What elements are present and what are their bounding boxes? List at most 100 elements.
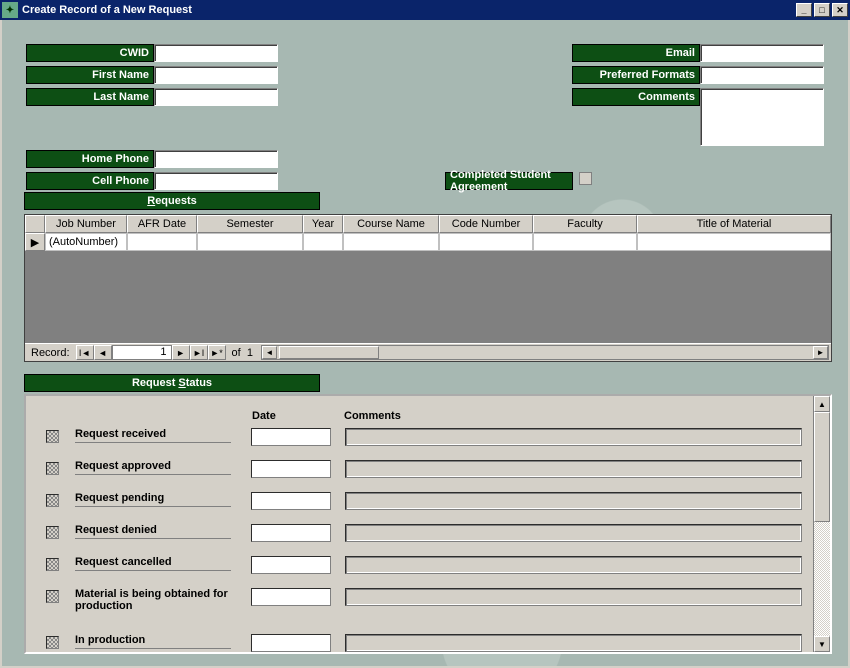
cell-phone-field[interactable] bbox=[154, 172, 278, 190]
nav-next-button[interactable]: ► bbox=[172, 345, 190, 360]
table-row[interactable]: ▶ (AutoNumber) bbox=[25, 233, 831, 251]
status-checkbox[interactable] bbox=[46, 430, 59, 443]
row-selector-header[interactable] bbox=[25, 215, 45, 233]
scroll-right-button[interactable]: ► bbox=[813, 346, 828, 359]
status-checkbox[interactable] bbox=[46, 636, 59, 649]
status-comment-field[interactable] bbox=[345, 492, 802, 510]
cell-faculty[interactable] bbox=[533, 233, 637, 251]
requests-header-row: Job Number AFR Date Semester Year Course… bbox=[25, 215, 831, 233]
col-job-number[interactable]: Job Number bbox=[45, 215, 127, 233]
status-comment-field[interactable] bbox=[345, 428, 802, 446]
cell-job-number[interactable]: (AutoNumber) bbox=[45, 233, 127, 251]
comments-field[interactable] bbox=[700, 88, 824, 146]
minimize-button[interactable]: _ bbox=[796, 3, 812, 17]
last-name-field[interactable] bbox=[154, 88, 278, 106]
status-row-denied: Request denied bbox=[46, 524, 802, 546]
status-header-row: Date Comments bbox=[252, 410, 802, 422]
first-name-label: First Name bbox=[26, 66, 154, 84]
email-label: Email bbox=[572, 44, 700, 62]
record-label: Record: bbox=[25, 347, 76, 359]
nav-first-button[interactable]: I◄ bbox=[76, 345, 94, 360]
status-row-pending: Request pending bbox=[46, 492, 802, 514]
student-info-form: CWID Email First Name Preferred Formats … bbox=[26, 44, 824, 194]
status-comment-field[interactable] bbox=[345, 460, 802, 478]
status-date-field[interactable] bbox=[251, 634, 331, 652]
comments-label: Comments bbox=[572, 88, 700, 106]
status-comment-field[interactable] bbox=[345, 524, 802, 542]
col-year[interactable]: Year bbox=[303, 215, 343, 233]
nav-new-button[interactable]: ►* bbox=[208, 345, 226, 360]
home-phone-field[interactable] bbox=[154, 150, 278, 168]
status-vscrollbar[interactable]: ▲ ▼ bbox=[813, 396, 830, 652]
preferred-formats-label: Preferred Formats bbox=[572, 66, 700, 84]
status-comment-field[interactable] bbox=[345, 634, 802, 652]
scroll-thumb[interactable] bbox=[814, 412, 830, 522]
col-semester[interactable]: Semester bbox=[197, 215, 303, 233]
request-status-section-header: Request Status bbox=[24, 374, 320, 392]
status-label: Request cancelled bbox=[75, 556, 231, 571]
status-label: Material is being obtained for productio… bbox=[75, 588, 231, 614]
status-comments-header: Comments bbox=[344, 410, 802, 422]
status-date-field[interactable] bbox=[251, 460, 331, 478]
col-afr-date[interactable]: AFR Date bbox=[127, 215, 197, 233]
window-title: Create Record of a New Request bbox=[22, 4, 794, 16]
cwid-field[interactable] bbox=[154, 44, 278, 62]
record-navigator: Record: I◄ ◄ 1 ► ►I ►* of 1 ◄ ► bbox=[25, 343, 831, 361]
window-titlebar: ✦ Create Record of a New Request _ □ ✕ bbox=[0, 0, 850, 20]
status-checkbox[interactable] bbox=[46, 462, 59, 475]
email-field[interactable] bbox=[700, 44, 824, 62]
status-row-cancelled: Request cancelled bbox=[46, 556, 802, 578]
home-phone-label: Home Phone bbox=[26, 150, 154, 168]
nav-prev-button[interactable]: ◄ bbox=[94, 345, 112, 360]
cell-year[interactable] bbox=[303, 233, 343, 251]
status-checkbox[interactable] bbox=[46, 526, 59, 539]
status-date-header: Date bbox=[252, 410, 344, 422]
status-label: Request denied bbox=[75, 524, 231, 539]
app-icon: ✦ bbox=[2, 2, 18, 18]
col-faculty[interactable]: Faculty bbox=[533, 215, 637, 233]
status-comment-field[interactable] bbox=[345, 556, 802, 574]
status-checkbox[interactable] bbox=[46, 558, 59, 571]
client-area: CWID Email First Name Preferred Formats … bbox=[0, 20, 850, 668]
cell-afr-date[interactable] bbox=[127, 233, 197, 251]
cell-phone-label: Cell Phone bbox=[26, 172, 154, 190]
row-selector[interactable]: ▶ bbox=[25, 233, 45, 251]
status-date-field[interactable] bbox=[251, 428, 331, 446]
status-date-field[interactable] bbox=[251, 492, 331, 510]
status-row-obtaining: Material is being obtained for productio… bbox=[46, 588, 802, 624]
close-button[interactable]: ✕ bbox=[832, 3, 848, 17]
cell-course-name[interactable] bbox=[343, 233, 439, 251]
status-date-field[interactable] bbox=[251, 588, 331, 606]
col-code-number[interactable]: Code Number bbox=[439, 215, 533, 233]
agreement-label: Completed Student Agreement bbox=[445, 172, 573, 190]
preferred-formats-field[interactable] bbox=[700, 66, 824, 84]
status-checkbox[interactable] bbox=[46, 494, 59, 507]
col-title-of-material[interactable]: Title of Material bbox=[637, 215, 831, 233]
status-checkbox[interactable] bbox=[46, 590, 59, 603]
record-of-label: of 1 bbox=[226, 347, 259, 359]
col-course-name[interactable]: Course Name bbox=[343, 215, 439, 233]
agreement-checkbox[interactable] bbox=[579, 172, 592, 185]
record-number-field[interactable]: 1 bbox=[112, 345, 172, 360]
status-label: Request received bbox=[75, 428, 231, 443]
scroll-thumb[interactable] bbox=[279, 346, 379, 359]
scroll-track[interactable] bbox=[814, 412, 830, 636]
scroll-left-button[interactable]: ◄ bbox=[262, 346, 277, 359]
requests-hscrollbar[interactable]: ◄ ► bbox=[261, 345, 829, 360]
nav-last-button[interactable]: ►I bbox=[190, 345, 208, 360]
status-date-field[interactable] bbox=[251, 524, 331, 542]
cell-title[interactable] bbox=[637, 233, 831, 251]
cwid-label: CWID bbox=[26, 44, 154, 62]
status-row-approved: Request approved bbox=[46, 460, 802, 482]
maximize-button[interactable]: □ bbox=[814, 3, 830, 17]
requests-subform: Job Number AFR Date Semester Year Course… bbox=[24, 214, 832, 362]
first-name-field[interactable] bbox=[154, 66, 278, 84]
scroll-down-button[interactable]: ▼ bbox=[814, 636, 830, 652]
cell-code-number[interactable] bbox=[439, 233, 533, 251]
cell-semester[interactable] bbox=[197, 233, 303, 251]
status-comment-field[interactable] bbox=[345, 588, 802, 606]
scroll-up-button[interactable]: ▲ bbox=[814, 396, 830, 412]
status-date-field[interactable] bbox=[251, 556, 331, 574]
status-row-received: Request received bbox=[46, 428, 802, 450]
status-label: In production bbox=[75, 634, 231, 649]
